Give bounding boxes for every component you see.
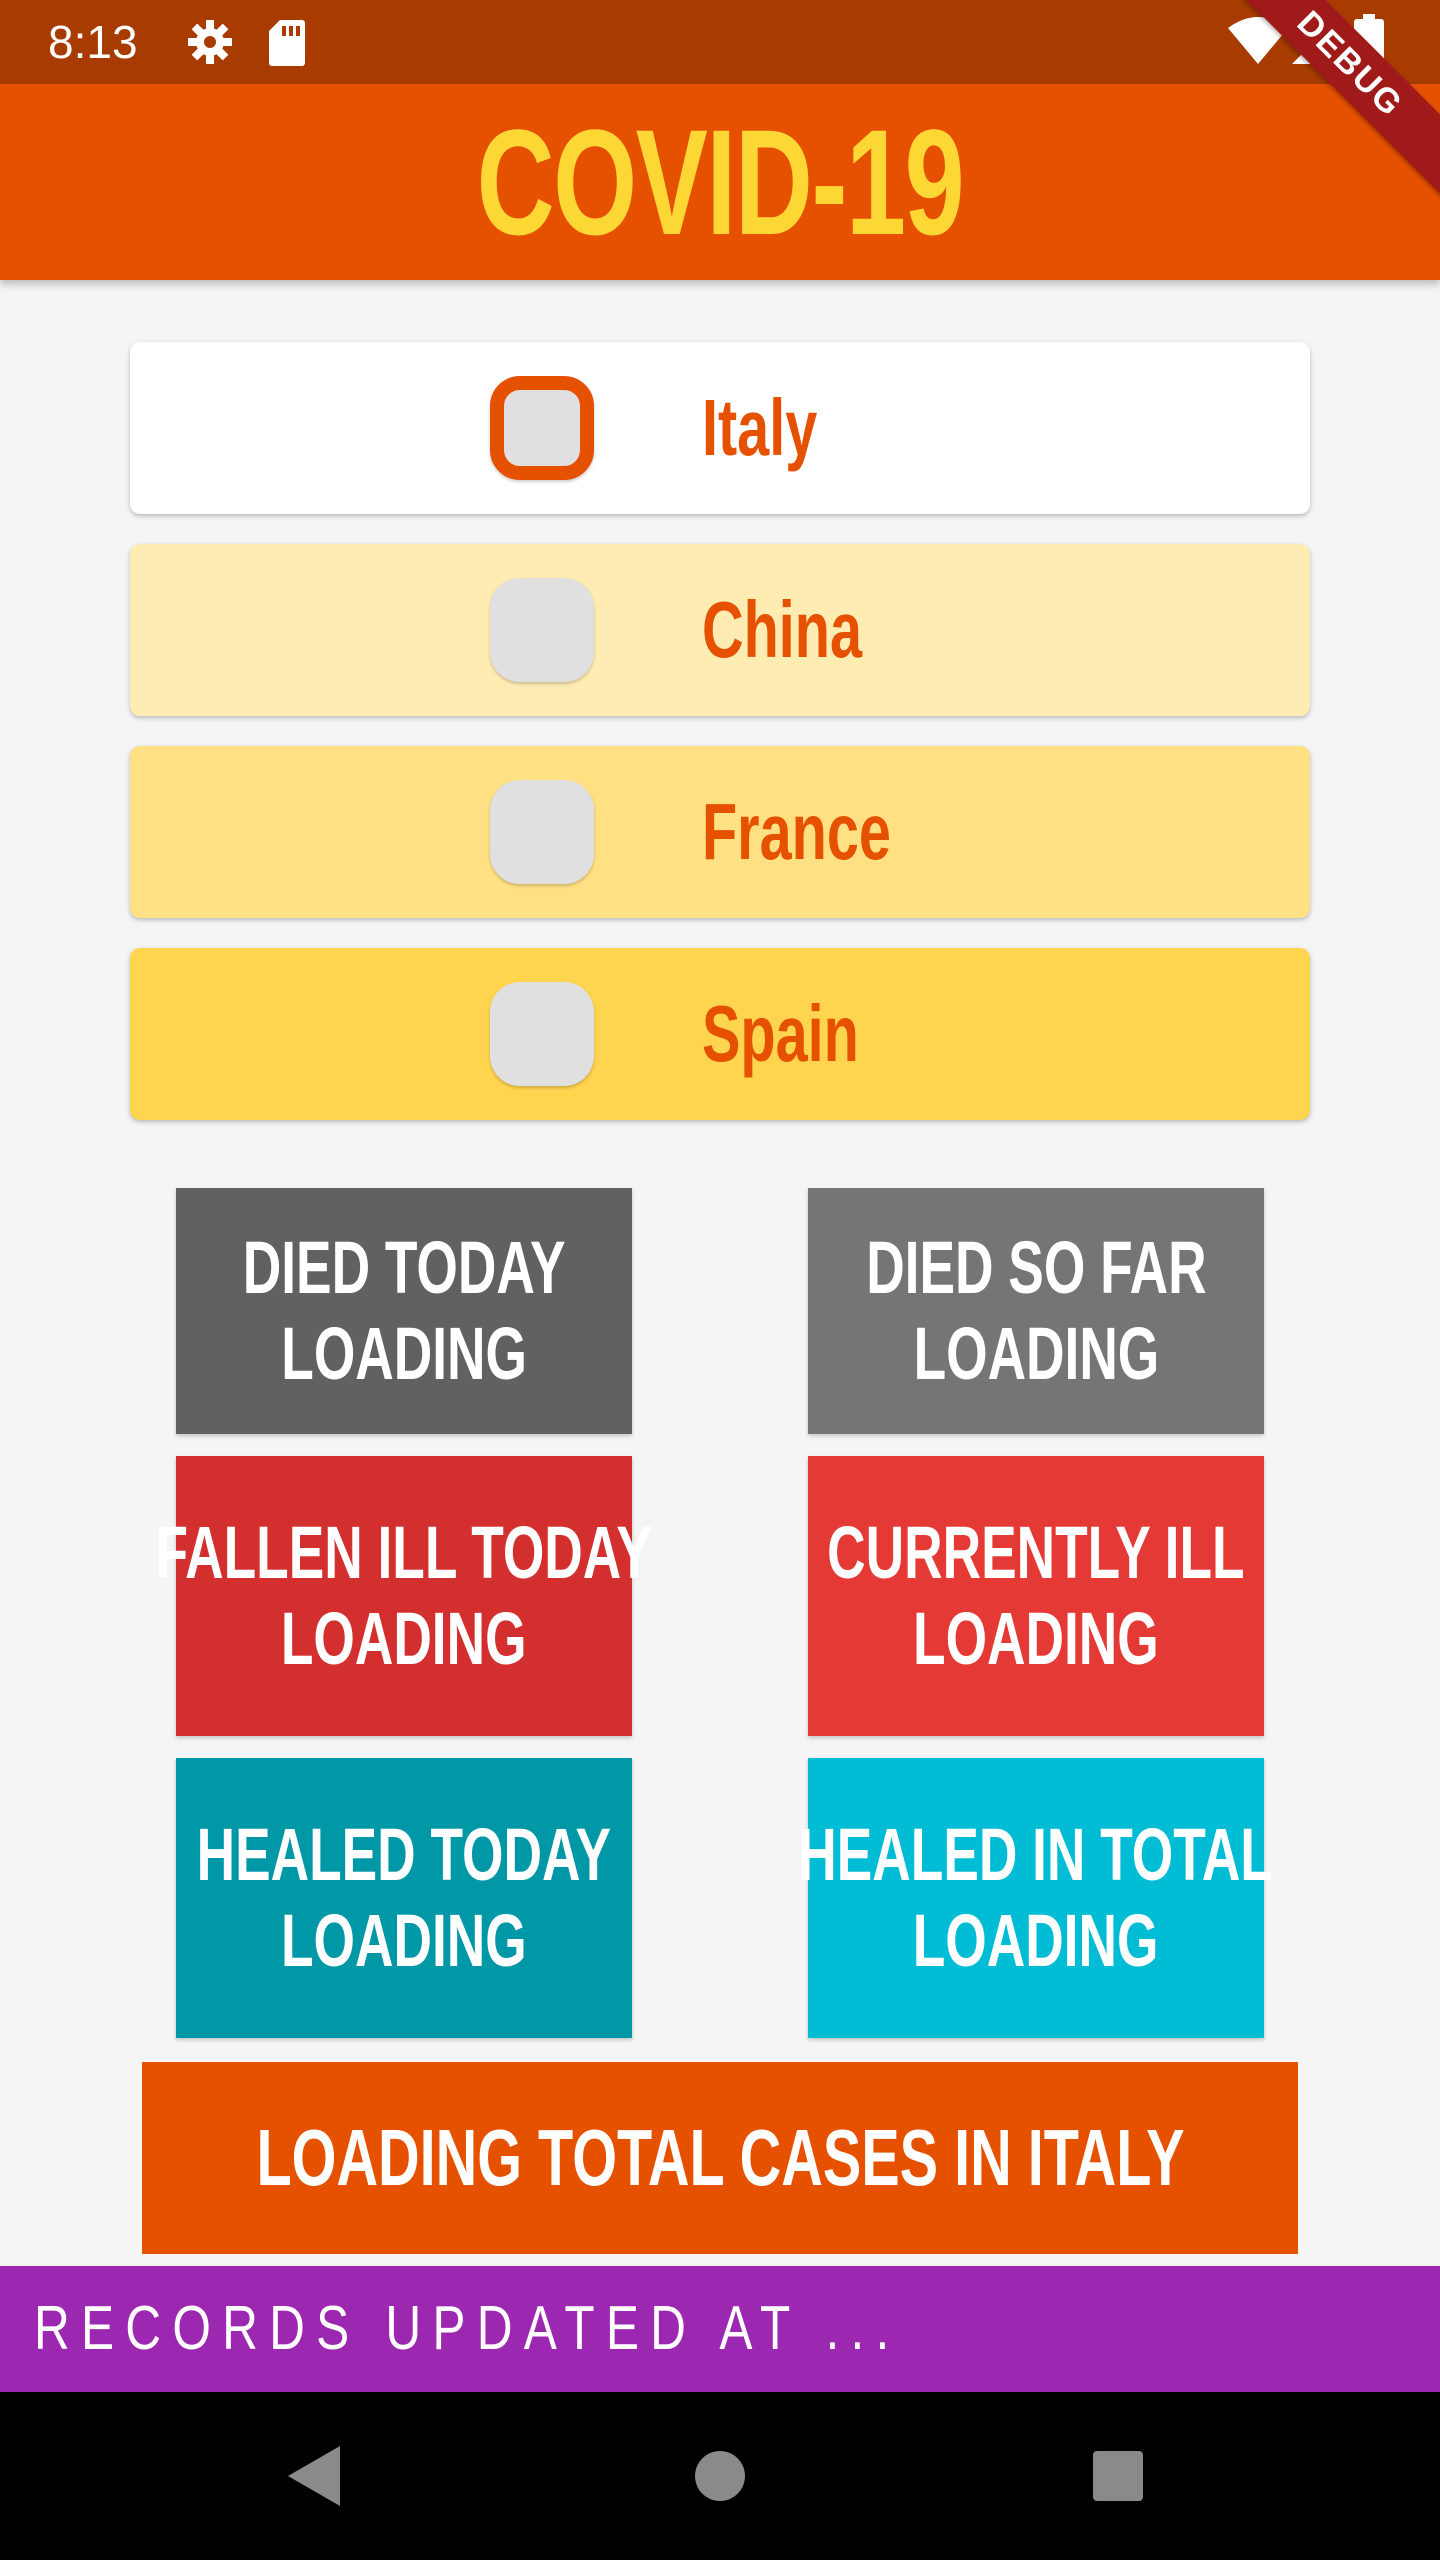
records-updated-label: RECORDS UPDATED AT ... [34,2294,901,2363]
app-title: COVID-19 [476,98,965,266]
gear-icon [188,20,232,64]
sd-card-icon [269,20,305,66]
country-option-china[interactable]: China [130,544,1310,716]
stat-title: HEALED IN TOTAL [798,1813,1274,1896]
stat-title: DIED TODAY [242,1226,566,1309]
country-label: France [702,787,891,876]
app-bar: COVID-19 [0,84,1440,280]
stat-title: CURRENTLY ILL [827,1511,1245,1594]
stat-title: HEALED TODAY [196,1813,612,1896]
stat-value: LOADING [281,1899,527,1982]
recents-icon[interactable] [1090,2442,1146,2510]
stat-value: LOADING [281,1312,527,1395]
back-icon[interactable] [284,2442,344,2510]
total-cases-label: LOADING TOTAL CASES IN ITALY [255,2113,1185,2202]
stat-value: LOADING [913,1312,1159,1395]
country-label: Spain [702,989,859,1078]
country-option-spain[interactable]: Spain [130,948,1310,1120]
total-cases-banner: LOADING TOTAL CASES IN ITALY [142,2062,1298,2254]
status-bar: 8:13 [0,0,1440,84]
stat-died-so-far: DIED SO FAR LOADING [808,1188,1264,1434]
stat-title: DIED SO FAR [865,1226,1207,1309]
status-time: 8:13 [48,16,138,68]
stat-died-today: DIED TODAY LOADING [176,1188,632,1434]
stat-currently-ill: CURRENTLY ILL LOADING [808,1456,1264,1736]
stat-fallen-ill-today: FALLEN ILL TODAY LOADING [156,1456,652,1736]
radio-italy[interactable] [490,376,594,480]
records-updated-bar: RECORDS UPDATED AT ... [0,2266,1440,2392]
country-option-italy[interactable]: Italy [130,342,1310,514]
country-label: China [702,585,863,674]
home-icon[interactable] [690,2442,750,2510]
stat-healed-in-total: HEALED IN TOTAL LOADING [799,1758,1273,2038]
radio-france[interactable] [490,780,594,884]
country-label: Italy [702,383,818,472]
navigation-bar [0,2392,1440,2560]
stat-value: LOADING [913,1899,1159,1982]
stat-title: FALLEN ILL TODAY [155,1511,653,1594]
country-option-france[interactable]: France [130,746,1310,918]
stat-value: LOADING [913,1597,1159,1680]
stat-healed-today: HEALED TODAY LOADING [176,1758,632,2038]
radio-china[interactable] [490,578,594,682]
stat-value: LOADING [281,1597,527,1680]
radio-spain[interactable] [490,982,594,1086]
